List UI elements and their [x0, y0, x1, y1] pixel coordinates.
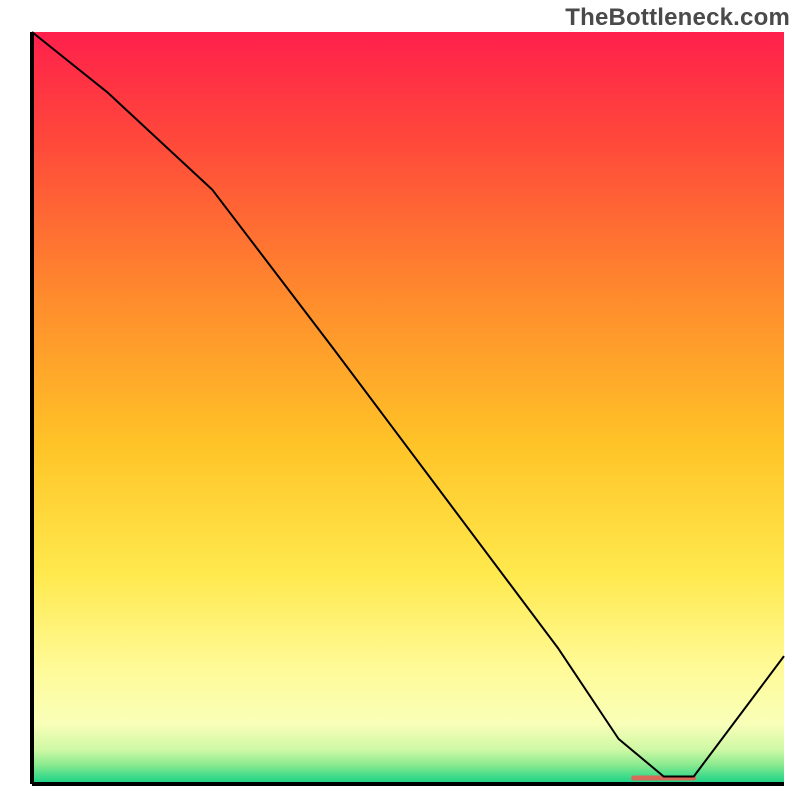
watermark-text: TheBottleneck.com [565, 4, 790, 32]
line-chart [0, 0, 800, 800]
plot-background [32, 32, 784, 784]
chart-container: TheBottleneck.com [0, 0, 800, 800]
